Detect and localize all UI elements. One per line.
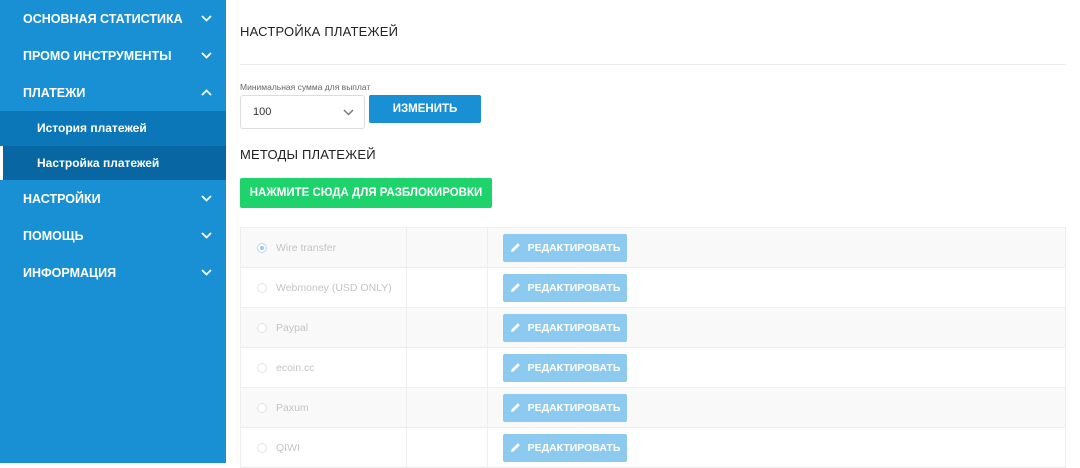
action-cell: РЕДАКТИРОВАТЬ — [488, 388, 1065, 427]
method-name-cell: ecoin.cc — [241, 348, 407, 387]
method-name: ecoin.cc — [276, 361, 315, 374]
edit-button[interactable]: РЕДАКТИРОВАТЬ — [503, 393, 627, 422]
page-title: НАСТРОЙКА ПЛАТЕЖЕЙ — [240, 24, 399, 39]
method-radio[interactable] — [257, 442, 267, 453]
method-radio[interactable] — [257, 322, 267, 333]
sidebar-subitem-payment-history[interactable]: История платежей — [0, 111, 226, 146]
sidebar-item-settings[interactable]: НАСТРОЙКИ — [0, 180, 226, 217]
method-name-cell: Wire transfer — [241, 228, 407, 267]
pencil-icon — [510, 242, 521, 253]
table-row: Webmoney (USD ONLY) РЕДАКТИРОВАТЬ — [241, 268, 1065, 308]
edit-button-label: РЕДАКТИРОВАТЬ — [527, 241, 621, 254]
method-name-cell: Paypal — [241, 308, 407, 347]
sidebar-item-label: ОСНОВНАЯ СТАТИСТИКА — [23, 11, 183, 26]
chevron-down-icon — [200, 13, 212, 25]
chevron-down-icon — [200, 193, 212, 205]
empty-cell — [407, 428, 488, 467]
divider — [240, 64, 1066, 65]
sidebar-item-main-stats[interactable]: ОСНОВНАЯ СТАТИСТИКА — [0, 0, 226, 37]
sidebar-item-info[interactable]: ИНФОРМАЦИЯ — [0, 254, 226, 291]
table-row: Wire transfer РЕДАКТИРОВАТЬ — [241, 228, 1065, 268]
action-cell: РЕДАКТИРОВАТЬ — [488, 428, 1065, 467]
edit-button[interactable]: РЕДАКТИРОВАТЬ — [503, 353, 627, 382]
empty-cell — [407, 348, 488, 387]
min-payout-label: Минимальная сумма для выплат — [240, 82, 371, 92]
sidebar-subitem-label: Настройка платежей — [37, 155, 160, 170]
edit-button[interactable]: РЕДАКТИРОВАТЬ — [503, 233, 627, 262]
payment-methods-table: Wire transfer РЕДАКТИРОВАТЬ Webmoney (US… — [240, 227, 1066, 468]
pencil-icon — [510, 362, 521, 373]
edit-button[interactable]: РЕДАКТИРОВАТЬ — [503, 273, 627, 302]
sidebar-subitem-payment-settings[interactable]: Настройка платежей — [0, 145, 226, 180]
sidebar-submenu-payments: История платежей Настройка платежей — [0, 111, 226, 180]
pencil-icon — [510, 442, 521, 453]
sidebar-subitem-label: История платежей — [37, 121, 147, 136]
change-button[interactable]: ИЗМЕНИТЬ — [369, 95, 481, 123]
table-row: QIWI РЕДАКТИРОВАТЬ — [241, 428, 1065, 468]
empty-cell — [407, 268, 488, 307]
pencil-icon — [510, 282, 521, 293]
edit-button[interactable]: РЕДАКТИРОВАТЬ — [503, 313, 627, 342]
chevron-down-icon — [343, 108, 354, 116]
method-name: Paypal — [276, 321, 309, 334]
edit-button-label: РЕДАКТИРОВАТЬ — [527, 441, 621, 454]
action-cell: РЕДАКТИРОВАТЬ — [488, 228, 1065, 267]
edit-button-label: РЕДАКТИРОВАТЬ — [527, 401, 621, 414]
empty-cell — [407, 388, 488, 427]
pencil-icon — [510, 322, 521, 333]
edit-button[interactable]: РЕДАКТИРОВАТЬ — [503, 433, 627, 462]
method-name-cell: Paxum — [241, 388, 407, 427]
unlock-button[interactable]: НАЖМИТЕ СЮДА ДЛЯ РАЗБЛОКИРОВКИ — [240, 178, 492, 208]
table-row: Paypal РЕДАКТИРОВАТЬ — [241, 308, 1065, 348]
chevron-down-icon — [200, 50, 212, 62]
method-name: Wire transfer — [276, 241, 337, 254]
empty-cell — [407, 308, 488, 347]
method-name-cell: QIWI — [241, 428, 407, 467]
table-row: ecoin.cc РЕДАКТИРОВАТЬ — [241, 348, 1065, 388]
action-cell: РЕДАКТИРОВАТЬ — [488, 308, 1065, 347]
sidebar-item-label: ИНФОРМАЦИЯ — [23, 265, 117, 280]
pencil-icon — [510, 402, 521, 413]
edit-button-label: РЕДАКТИРОВАТЬ — [527, 361, 621, 374]
min-payout-value: 100 — [253, 106, 272, 118]
sidebar-item-payments[interactable]: ПЛАТЕЖИ — [0, 74, 226, 111]
method-radio[interactable] — [257, 402, 267, 413]
chevron-up-icon — [200, 87, 212, 99]
sidebar-item-help[interactable]: ПОМОЩЬ — [0, 217, 226, 254]
sidebar-item-label: ПЛАТЕЖИ — [23, 85, 86, 100]
payment-methods-title: МЕТОДЫ ПЛАТЕЖЕЙ — [240, 147, 376, 162]
edit-button-label: РЕДАКТИРОВАТЬ — [527, 321, 621, 334]
sidebar: ОСНОВНАЯ СТАТИСТИКА ПРОМО ИНСТРУМЕНТЫ ПЛ… — [0, 0, 226, 463]
method-name-cell: Webmoney (USD ONLY) — [241, 268, 407, 307]
action-cell: РЕДАКТИРОВАТЬ — [488, 268, 1065, 307]
table-row: Paxum РЕДАКТИРОВАТЬ — [241, 388, 1065, 428]
empty-cell — [407, 228, 488, 267]
chevron-down-icon — [200, 230, 212, 242]
method-radio[interactable] — [257, 242, 267, 253]
sidebar-item-label: ПОМОЩЬ — [23, 228, 84, 243]
method-name: Paxum — [276, 401, 309, 414]
method-name: Webmoney (USD ONLY) — [276, 281, 392, 294]
sidebar-item-promo-tools[interactable]: ПРОМО ИНСТРУМЕНТЫ — [0, 37, 226, 74]
sidebar-item-label: НАСТРОЙКИ — [23, 191, 101, 206]
edit-button-label: РЕДАКТИРОВАТЬ — [527, 281, 621, 294]
chevron-down-icon — [200, 267, 212, 279]
method-radio[interactable] — [257, 282, 267, 293]
min-payout-select[interactable]: 100 — [240, 95, 365, 129]
method-radio[interactable] — [257, 362, 267, 373]
method-name: QIWI — [276, 441, 300, 454]
action-cell: РЕДАКТИРОВАТЬ — [488, 348, 1065, 387]
sidebar-item-label: ПРОМО ИНСТРУМЕНТЫ — [23, 48, 172, 63]
